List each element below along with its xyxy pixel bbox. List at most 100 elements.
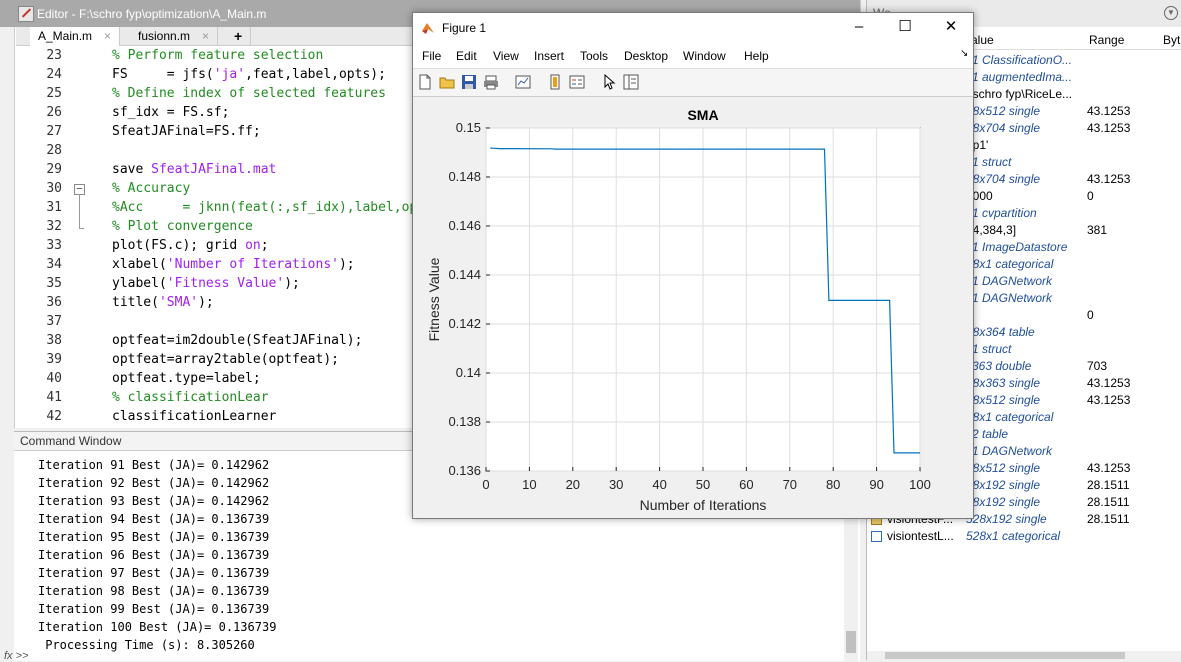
x-tick-label: 90 <box>869 477 883 492</box>
variable-range: 381 <box>1087 223 1108 237</box>
link-plot-icon[interactable] <box>515 74 531 90</box>
menu-file[interactable]: File <box>422 49 441 63</box>
code-token: 'ja' <box>213 67 246 82</box>
code-token: 'Fitness Value' <box>166 276 285 291</box>
menu-desktop[interactable]: Desktop <box>624 49 668 63</box>
line-number: 25 <box>46 86 62 101</box>
command-output-line: Iteration 98 Best (JA)= 0.136739 <box>38 584 270 598</box>
menu-tools[interactable]: Tools <box>580 49 608 63</box>
convergence-plot[interactable]: 0 10 20 30 40 50 60 70 80 90 100 0.136 0.138 0.14 0.14… <box>413 97 973 518</box>
tab-fusionn[interactable]: fusionn.m × <box>130 27 219 45</box>
maximize-icon[interactable]: ☐ <box>897 19 913 35</box>
variable-range: 43.1253 <box>1087 376 1131 390</box>
new-tab-button[interactable]: + <box>226 27 252 45</box>
scroll-thumb[interactable] <box>885 652 1125 659</box>
pointer-icon[interactable] <box>601 74 617 90</box>
code-token: SfeatJAFinal=FS.ff; <box>112 124 261 139</box>
line-number: 30 <box>46 181 62 196</box>
line-number: 39 <box>46 352 62 367</box>
code-text: title('SMA'); <box>112 293 214 312</box>
close-icon[interactable]: × <box>104 29 111 43</box>
chevron-down-icon[interactable]: ▼ <box>1164 6 1178 20</box>
close-icon[interactable]: × <box>202 29 209 43</box>
code-text: xlabel('Number of Iterations'); <box>112 255 355 274</box>
code-token: %Acc = jknn(feat(:,sf_idx),label,op <box>112 200 418 215</box>
col-value[interactable]: alue <box>971 33 994 47</box>
new-figure-icon[interactable] <box>417 74 433 90</box>
editor-side-strip <box>0 27 15 428</box>
code-text: plot(FS.c); grid on; <box>112 236 269 255</box>
variable-range: 43.1253 <box>1087 393 1131 407</box>
menu-edit[interactable]: Edit <box>456 49 477 63</box>
open-file-icon[interactable] <box>439 74 455 90</box>
variable-value: 28x1 categorical <box>966 410 1054 424</box>
print-icon[interactable] <box>483 74 499 90</box>
code-token: ); <box>198 295 214 310</box>
line-number: 29 <box>46 162 62 177</box>
code-token: % Plot convergence <box>112 219 253 234</box>
command-output-line: Processing Time (s): 8.305260 <box>38 638 255 652</box>
variable-value: 28x512 single <box>966 104 1041 118</box>
code-token: plot(FS.c); grid <box>112 238 246 253</box>
y-tick-label: 0.14 <box>456 365 481 380</box>
variable-value: x1 ClassificationO... <box>966 53 1073 67</box>
line-number: 34 <box>46 257 62 272</box>
menu-view[interactable]: View <box>493 49 519 63</box>
code-text: optfeat=im2double(SfeatJAFinal); <box>112 331 362 350</box>
command-output-line: Iteration 99 Best (JA)= 0.136739 <box>38 602 270 616</box>
variable-value: 28x1 categorical <box>966 257 1054 271</box>
variable-name: visiontestL... <box>887 529 954 543</box>
workspace-row[interactable]: visiontestL... 528x1 categorical <box>867 528 1181 545</box>
variable-value: 528x192 single <box>966 512 1047 526</box>
code-token: ); <box>338 257 355 272</box>
menu-window[interactable]: Window <box>683 49 726 63</box>
x-tick-label: 80 <box>826 477 840 492</box>
variable-value: x1 cvpartition <box>966 206 1037 220</box>
code-token: xlabel( <box>112 257 167 272</box>
x-tick-label: 50 <box>696 477 710 492</box>
x-axis-label: Number of Iterations <box>640 497 767 513</box>
code-token: % Define index of selected features <box>112 86 386 101</box>
colorbar-icon[interactable] <box>547 74 563 90</box>
line-number: 38 <box>46 333 62 348</box>
line-number: 26 <box>46 105 62 120</box>
variable-value: :\schro fyp\RiceLe... <box>966 87 1073 101</box>
variable-value: 28x364 table <box>966 325 1035 339</box>
editor-title: Editor - F:\schro fyp\optimization\A_Mai… <box>37 7 267 21</box>
col-range[interactable]: Range <box>1089 33 1124 47</box>
menu-insert[interactable]: Insert <box>534 49 564 63</box>
code-text: % Define index of selected features <box>112 84 386 103</box>
code-text: % Perform feature selection <box>112 46 323 65</box>
property-inspector-icon[interactable] <box>623 74 639 90</box>
save-icon[interactable] <box>461 74 477 90</box>
col-bytes[interactable]: Byt <box>1163 33 1180 47</box>
tab-label: A_Main.m <box>38 29 93 43</box>
variable-value: 28x363 single <box>966 376 1041 390</box>
scroll-thumb[interactable] <box>846 631 856 653</box>
command-output-line: Iteration 100 Best (JA)= 0.136739 <box>38 620 277 634</box>
code-token: SfeatJAFinal.mat <box>151 162 277 177</box>
code-token: sf_idx = FS.sf; <box>112 105 230 120</box>
y-tick-label: 0.144 <box>448 267 481 282</box>
code-token: % Accuracy <box>112 181 191 196</box>
variable-range: 43.1253 <box>1087 121 1131 135</box>
legend-icon[interactable] <box>569 74 585 90</box>
menu-help[interactable]: Help <box>744 49 769 63</box>
code-text: ylabel('Fitness Value'); <box>112 274 300 293</box>
variable-range: 43.1253 <box>1087 172 1131 186</box>
workspace-hscrollbar[interactable] <box>867 651 1181 660</box>
x-tick-label: 20 <box>566 477 580 492</box>
minimize-icon[interactable]: – <box>851 19 867 35</box>
tab-a-main[interactable]: A_Main.m × <box>30 27 121 47</box>
figure-window: Figure 1 – ☐ ✕ File Edit View Insert Too… <box>412 12 974 519</box>
variable-range: 28.1511 <box>1087 495 1130 509</box>
dock-arrow-icon[interactable]: ↘ <box>960 48 968 59</box>
line-number: 37 <box>46 314 62 329</box>
figure-menubar: File Edit View Insert Tools Desktop Wind… <box>413 44 973 69</box>
figure-canvas[interactable]: 0 10 20 30 40 50 60 70 80 90 100 0.136 0.138 0.14 0.14… <box>413 97 973 518</box>
code-token: FS = jfs( <box>112 67 214 82</box>
plot-title: SMA <box>687 107 718 123</box>
command-output-line: Iteration 97 Best (JA)= 0.136739 <box>38 566 270 580</box>
command-prompt[interactable]: fx >> <box>4 650 28 662</box>
close-icon[interactable]: ✕ <box>943 19 959 35</box>
